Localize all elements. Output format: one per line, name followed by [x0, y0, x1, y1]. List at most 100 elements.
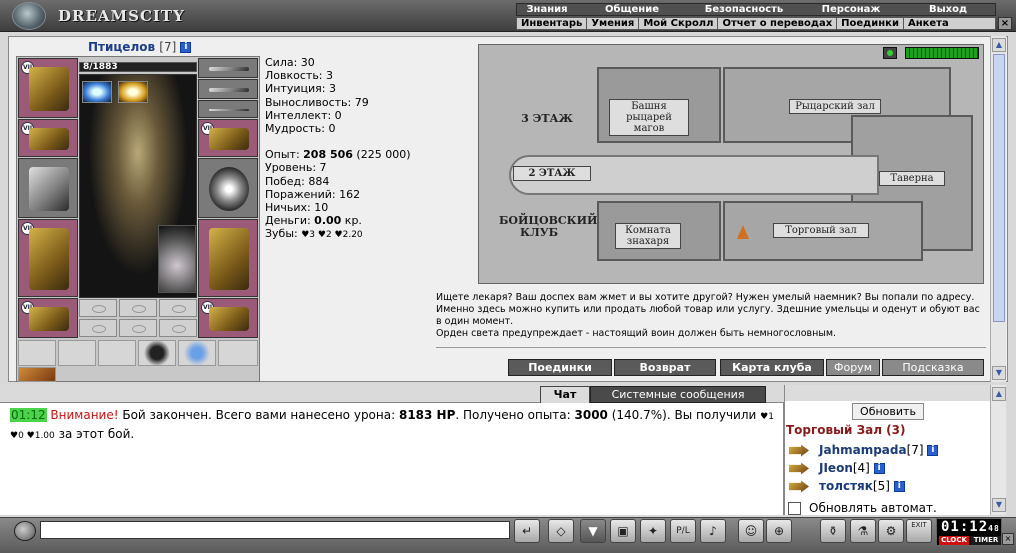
- scroll-up-icon[interactable]: ▲: [992, 387, 1006, 401]
- chat-input[interactable]: [40, 521, 510, 539]
- tab-system-messages[interactable]: Системные сообщения: [590, 386, 766, 403]
- gem-slot[interactable]: [79, 299, 117, 317]
- message-time[interactable]: 01:12: [10, 408, 47, 422]
- player-row[interactable]: Jahmampada[7] i: [789, 442, 989, 459]
- exit-icon[interactable]: EXIT: [906, 519, 932, 543]
- portal-slot-icon[interactable]: [178, 340, 216, 366]
- pl-icon[interactable]: P/L: [670, 519, 696, 543]
- private-message-icon[interactable]: [789, 444, 809, 457]
- bag-slot[interactable]: [18, 340, 56, 366]
- close-icon[interactable]: ×: [1002, 533, 1014, 545]
- private-message-icon[interactable]: [789, 480, 809, 493]
- info-icon[interactable]: i: [873, 463, 885, 474]
- auto-refresh-option[interactable]: Обновлять автомат.: [788, 501, 937, 515]
- sound-toggle-icon[interactable]: [883, 47, 897, 59]
- floor3-label[interactable]: 3 ЭТАЖ: [517, 113, 577, 125]
- info-icon[interactable]: i: [927, 445, 939, 456]
- bag-slot[interactable]: [58, 340, 96, 366]
- room-healer[interactable]: Комната знахаря: [615, 223, 681, 249]
- helmet-slot[interactable]: VII: [18, 58, 78, 118]
- menu-character[interactable]: Персонаж: [801, 4, 901, 15]
- menu-exit[interactable]: Выход: [901, 4, 995, 15]
- clock-label[interactable]: CLOCK: [939, 536, 969, 545]
- smiley-icon[interactable]: ☺: [738, 519, 764, 543]
- scroll-slot-icon[interactable]: [138, 340, 176, 366]
- weapon-slot[interactable]: [18, 158, 78, 218]
- armor-slot[interactable]: VII: [18, 219, 78, 297]
- boots-slot[interactable]: VII: [198, 298, 258, 338]
- scroll-down-icon[interactable]: ▼: [992, 366, 1006, 380]
- fire-buff-icon[interactable]: [118, 81, 148, 103]
- room-knights-tower[interactable]: Башня рыцарей магов: [609, 99, 689, 136]
- gem-slot[interactable]: [119, 319, 157, 337]
- menu-knowledge[interactable]: Знания: [517, 4, 577, 15]
- send-icon[interactable]: ↵: [514, 519, 540, 543]
- sound-icon[interactable]: ♪: [700, 519, 726, 543]
- auto-refresh-checkbox[interactable]: [788, 502, 801, 515]
- character-nick[interactable]: Птицелов: [88, 40, 155, 54]
- ice-buff-icon[interactable]: [82, 81, 112, 103]
- bag-slot[interactable]: [218, 340, 258, 366]
- character-name[interactable]: Птицелов [7] i: [88, 40, 192, 54]
- submenu-duels[interactable]: Поединки: [837, 18, 904, 29]
- filter-icon[interactable]: ▼: [580, 519, 606, 543]
- gem-slot[interactable]: [79, 319, 117, 337]
- room-tavern[interactable]: Таверна: [879, 171, 945, 186]
- submenu-my-scroll[interactable]: Мой Скролл: [639, 18, 719, 29]
- player-row[interactable]: JIeon[4] i: [789, 460, 989, 477]
- submenu-transfer-report[interactable]: Отчет о переводах: [718, 18, 838, 29]
- submenu-skills[interactable]: Умения: [587, 18, 640, 29]
- private-message-icon[interactable]: [789, 462, 809, 475]
- club-label[interactable]: БОЙЦОВСКИЙ КЛУБ: [499, 215, 597, 239]
- menu-communication[interactable]: Общение: [577, 4, 687, 15]
- chat-mode-icon[interactable]: [14, 521, 36, 541]
- room-trade-hall[interactable]: Торговый зал: [773, 223, 869, 238]
- gem-slot[interactable]: [159, 299, 197, 317]
- submenu-profile[interactable]: Анкета: [904, 18, 953, 29]
- scroll-down-icon[interactable]: ▼: [992, 498, 1006, 512]
- belt-slot[interactable]: VII: [18, 298, 78, 338]
- translit-icon[interactable]: ⊕: [766, 519, 792, 543]
- hint-button[interactable]: Подсказка: [882, 359, 984, 376]
- scroll-thumb[interactable]: [993, 54, 1005, 322]
- close-icon[interactable]: ×: [998, 17, 1012, 30]
- scroll-up-icon[interactable]: ▲: [992, 38, 1006, 52]
- fight-icon[interactable]: ✦: [640, 519, 666, 543]
- amulet-slot[interactable]: [198, 79, 258, 99]
- pet-icon[interactable]: [158, 225, 196, 293]
- timer-label[interactable]: TIMER: [971, 536, 1001, 545]
- legs-slot[interactable]: [198, 219, 258, 297]
- elixir-icon[interactable]: ⚗: [850, 519, 876, 543]
- submenu-inventory[interactable]: Инвентарь: [517, 18, 588, 29]
- refresh-button[interactable]: Обновить: [852, 403, 924, 420]
- floor2-plate[interactable]: 2 ЭТАЖ: [513, 166, 591, 181]
- bag-slot[interactable]: [98, 340, 136, 366]
- room-knights-hall[interactable]: Рыцарский зал: [789, 99, 881, 114]
- forum-button[interactable]: Форум: [826, 359, 880, 376]
- gem-slot[interactable]: [159, 319, 197, 337]
- shield-slot[interactable]: [198, 158, 258, 218]
- bracers-slot[interactable]: VII: [18, 119, 78, 157]
- monitor-icon[interactable]: ▣: [610, 519, 636, 543]
- player-name[interactable]: Jahmampada: [819, 443, 907, 457]
- main-scrollbar[interactable]: ▲ ▼: [990, 36, 1006, 382]
- player-row[interactable]: толстяк[5] i: [789, 478, 989, 495]
- menu-security[interactable]: Безопасность: [687, 4, 801, 15]
- gem-slot[interactable]: [119, 299, 157, 317]
- clear-icon[interactable]: ◇: [548, 519, 574, 543]
- room-panel-scrollbar[interactable]: ▲ ▼: [990, 385, 1006, 515]
- potion-icon[interactable]: ⚱: [820, 519, 846, 543]
- player-name[interactable]: толстяк: [819, 479, 873, 493]
- club-map-button[interactable]: Карта клуба: [720, 359, 824, 376]
- tab-chat[interactable]: Чат: [540, 386, 590, 403]
- duels-button[interactable]: Поединки: [508, 359, 612, 376]
- ring-slot[interactable]: [198, 100, 258, 118]
- info-icon[interactable]: i: [893, 481, 905, 492]
- character-portrait[interactable]: [79, 74, 197, 298]
- info-icon[interactable]: i: [180, 42, 192, 53]
- back-button[interactable]: Возврат: [614, 359, 716, 376]
- settings-icon[interactable]: ⚙: [878, 519, 904, 543]
- scroll-item-icon[interactable]: [18, 367, 56, 382]
- earring-slot[interactable]: [198, 58, 258, 78]
- gloves-slot[interactable]: VII: [198, 119, 258, 157]
